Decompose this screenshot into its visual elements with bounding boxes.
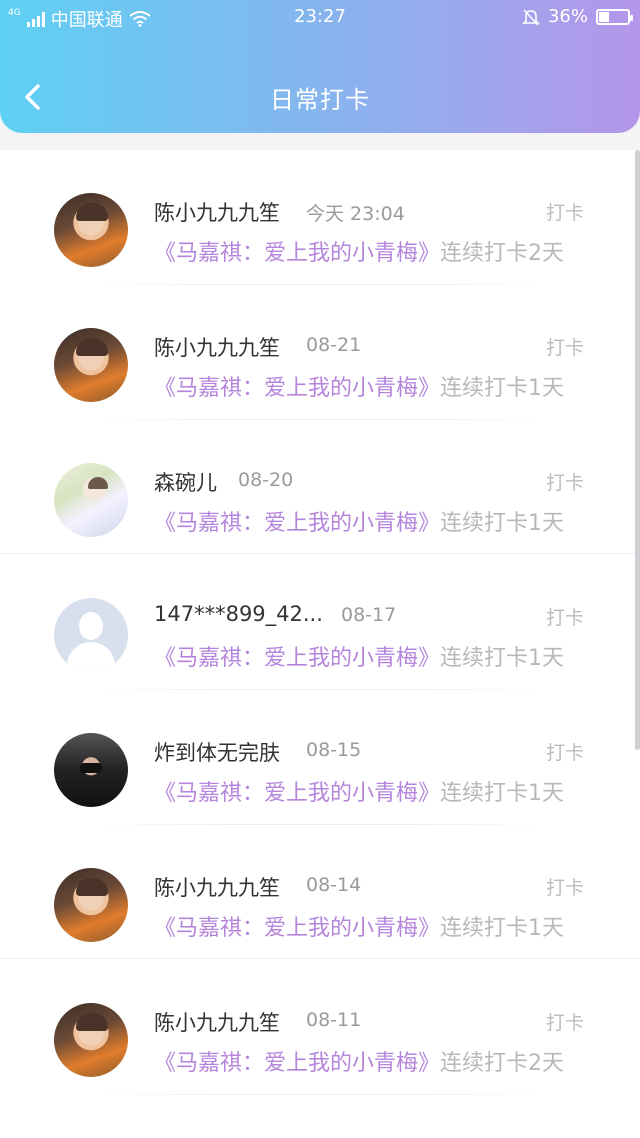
item-divider	[94, 1094, 546, 1095]
checkin-time: 今天 23:04	[306, 203, 405, 225]
avatar[interactable]	[54, 193, 128, 267]
checkin-action-label: 打卡	[545, 742, 584, 764]
user-name[interactable]: 森碗儿	[154, 467, 217, 497]
list-item[interactable]: 147***899_42... 08-17 打卡 《马嘉祺：爱上我的小青梅》连续…	[0, 555, 640, 690]
checkin-description: 《马嘉祺：爱上我的小青梅》连续打卡1天	[154, 640, 564, 672]
book-title-link[interactable]: 《马嘉祺：爱上我的小青梅》	[154, 646, 440, 671]
book-title-link[interactable]: 《马嘉祺：爱上我的小青梅》	[154, 916, 440, 941]
checkin-time: 08-21	[306, 334, 362, 356]
battery-percent: 36%	[547, 6, 588, 27]
checkin-time: 08-20	[238, 469, 294, 491]
streak-text: 连续打卡2天	[440, 1051, 565, 1076]
book-title-link[interactable]: 《马嘉祺：爱上我的小青梅》	[154, 241, 440, 266]
streak-text: 连续打卡2天	[440, 241, 565, 266]
list-item[interactable]: 森碗儿 08-20 打卡 《马嘉祺：爱上我的小青梅》连续打卡1天	[0, 420, 640, 555]
streak-text: 连续打卡1天	[440, 376, 565, 401]
checkin-action-label: 打卡	[545, 877, 584, 899]
bell-off-icon	[522, 8, 540, 26]
checkin-action-label: 打卡	[545, 607, 584, 629]
book-title-link[interactable]: 《马嘉祺：爱上我的小青梅》	[154, 511, 440, 536]
list-item[interactable]: 陈小九九九笙 08-14 打卡 《马嘉祺：爱上我的小青梅》连续打卡1天	[0, 825, 640, 960]
avatar[interactable]	[54, 1003, 128, 1077]
list-item[interactable]: 陈小九九九笙 今天 23:04 打卡 《马嘉祺：爱上我的小青梅》连续打卡2天	[0, 150, 640, 285]
checkin-action-label: 打卡	[545, 1012, 584, 1034]
checkin-list[interactable]: 陈小九九九笙 今天 23:04 打卡 《马嘉祺：爱上我的小青梅》连续打卡2天 陈…	[0, 150, 640, 1138]
page-title: 日常打卡	[270, 86, 370, 114]
checkin-description: 《马嘉祺：爱上我的小青梅》连续打卡2天	[154, 1045, 564, 1077]
checkin-description: 《马嘉祺：爱上我的小青梅》连续打卡1天	[154, 775, 564, 807]
avatar[interactable]	[54, 463, 128, 537]
list-item[interactable]: 陈小九九九笙 08-11 打卡 《马嘉祺：爱上我的小青梅》连续打卡2天	[0, 960, 640, 1095]
streak-text: 连续打卡1天	[440, 646, 565, 671]
status-right: 36%	[522, 6, 633, 27]
avatar[interactable]	[54, 733, 128, 807]
checkin-action-label: 打卡	[545, 202, 584, 224]
book-title-link[interactable]: 《马嘉祺：爱上我的小青梅》	[154, 376, 440, 401]
checkin-description: 《马嘉祺：爱上我的小青梅》连续打卡1天	[154, 505, 564, 537]
user-name[interactable]: 147***899_42...	[154, 602, 323, 626]
header-bar: 4G 中国联通 23:27 36% 日常打卡	[0, 0, 640, 133]
status-bar: 4G 中国联通 23:27 36%	[0, 0, 640, 34]
list-item[interactable]: 炸到体无完肤 08-15 打卡 《马嘉祺：爱上我的小青梅》连续打卡1天	[0, 690, 640, 825]
checkin-time: 08-15	[306, 739, 362, 761]
list-item[interactable]: 陈小九九九笙 08-21 打卡 《马嘉祺：爱上我的小青梅》连续打卡1天	[0, 285, 640, 420]
streak-text: 连续打卡1天	[440, 781, 565, 806]
checkin-time: 08-14	[306, 874, 362, 896]
user-name[interactable]: 炸到体无完肤	[154, 737, 280, 767]
checkin-action-label: 打卡	[545, 472, 584, 494]
streak-text: 连续打卡1天	[440, 511, 565, 536]
checkin-time: 08-11	[306, 1009, 362, 1031]
scrollbar[interactable]	[635, 150, 640, 750]
book-title-link[interactable]: 《马嘉祺：爱上我的小青梅》	[154, 781, 440, 806]
battery-fill	[599, 11, 609, 22]
user-name[interactable]: 陈小九九九笙	[154, 197, 280, 227]
checkin-description: 《马嘉祺：爱上我的小青梅》连续打卡2天	[154, 235, 564, 267]
user-name[interactable]: 陈小九九九笙	[154, 332, 280, 362]
avatar[interactable]	[54, 868, 128, 942]
streak-text: 连续打卡1天	[440, 916, 565, 941]
checkin-time: 08-17	[341, 604, 397, 626]
avatar[interactable]	[54, 328, 128, 402]
user-name[interactable]: 陈小九九九笙	[154, 872, 280, 902]
checkin-description: 《马嘉祺：爱上我的小青梅》连续打卡1天	[154, 910, 564, 942]
book-title-link[interactable]: 《马嘉祺：爱上我的小青梅》	[154, 1051, 440, 1076]
checkin-description: 《马嘉祺：爱上我的小青梅》连续打卡1天	[154, 370, 564, 402]
default-avatar-icon[interactable]	[54, 598, 128, 672]
user-name[interactable]: 陈小九九九笙	[154, 1007, 280, 1037]
battery-icon	[596, 8, 633, 25]
checkin-action-label: 打卡	[545, 337, 584, 359]
